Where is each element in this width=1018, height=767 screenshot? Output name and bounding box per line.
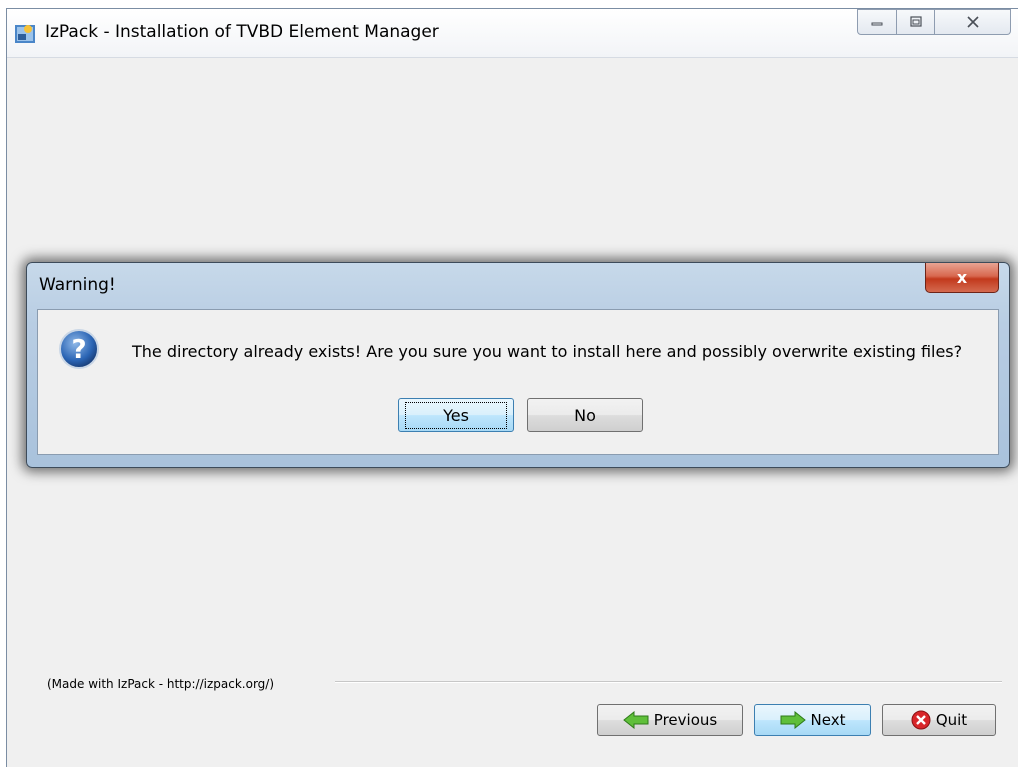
previous-label: Previous [653,711,718,729]
window-title: IzPack - Installation of TVBD Element Ma… [45,22,439,42]
next-label: Next [810,711,846,729]
previous-button[interactable]: Previous [597,704,743,736]
no-label: No [574,405,596,425]
window-titlebar[interactable]: IzPack - Installation of TVBD Element Ma… [7,9,1018,58]
footer-separator [335,681,1002,683]
svg-text:?: ? [71,335,86,365]
minimize-button[interactable] [857,9,897,35]
close-icon [966,16,979,28]
made-with-izpack-text: (Made with IzPack - http://izpack.org/) [47,677,275,691]
quit-stop-icon [911,710,931,730]
quit-button[interactable]: Quit [882,704,996,736]
yes-button[interactable]: Yes [398,398,514,432]
minimize-icon [871,22,883,26]
maximize-button[interactable] [897,9,935,35]
restore-icon [909,16,922,27]
next-button[interactable]: Next [754,704,871,736]
dialog-close-button[interactable]: x [925,263,999,293]
no-button[interactable]: No [527,398,643,432]
dialog-message: The directory already exists! Are you su… [132,342,963,361]
quit-label: Quit [935,711,968,729]
dialog-content: ? The directory already exists! Are you … [37,309,999,455]
izpack-app-icon [15,23,35,43]
arrow-right-icon [780,711,806,729]
dialog-title: Warning! [39,275,116,295]
caption-buttons [857,9,1018,37]
arrow-left-icon [622,711,649,729]
question-icon: ? [58,328,100,370]
close-icon: x [956,268,968,287]
warning-dialog: Warning! x ? The directory already exist… [26,262,1010,468]
yes-label: Yes [405,401,507,429]
window-close-button[interactable] [935,9,1011,35]
